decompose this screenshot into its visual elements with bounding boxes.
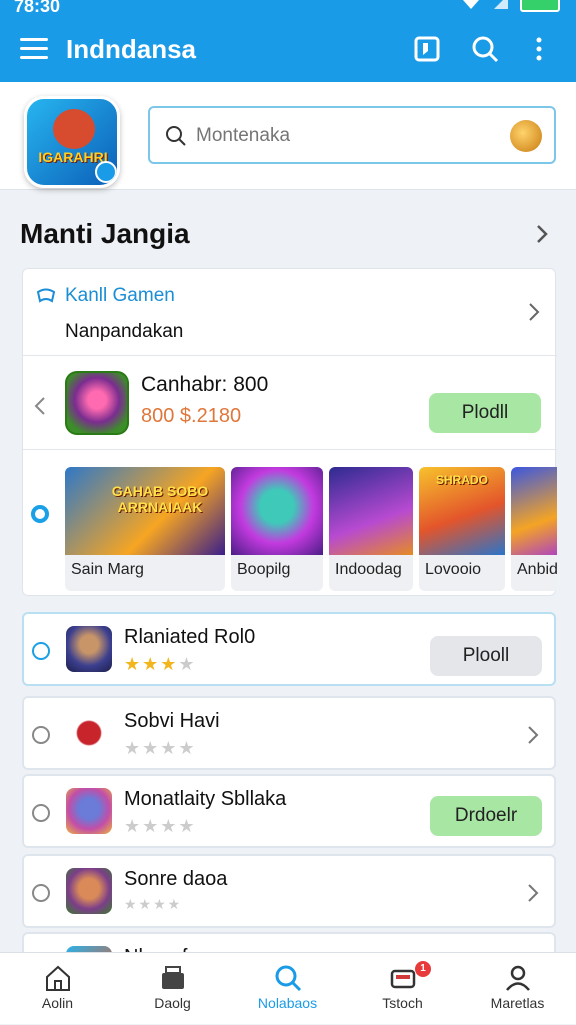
wifi-icon <box>463 0 479 9</box>
app-icon <box>66 788 112 834</box>
inbox-icon <box>390 969 416 989</box>
nav-label: Tstoch <box>382 995 423 1011</box>
featured-app-price: 800 $.2180 <box>141 405 242 427</box>
star-rating: ★★★★ <box>124 816 197 836</box>
divider <box>23 449 557 450</box>
carousel-thumbnail <box>231 467 323 555</box>
carousel-logo-text: GAHAB SOBO ARRNAIAAK <box>111 483 209 515</box>
home-icon <box>46 965 70 991</box>
nav-home[interactable]: Aolin <box>0 953 115 1025</box>
list-item[interactable]: Sobvi Havi ★★★★ <box>22 696 556 770</box>
carousel-thumbnail <box>511 467 557 555</box>
featured-app-icon[interactable] <box>65 371 129 435</box>
featured-card: Kanll Gamen Nanpandakan Canhabr: 800 800… <box>22 268 557 596</box>
battery-icon <box>520 0 560 12</box>
search-icon[interactable] <box>470 34 500 64</box>
app-name: Rlaniated Rol0 <box>124 626 256 648</box>
carousel-caption: Anbid <box>517 561 557 578</box>
app-icon <box>66 710 112 756</box>
carousel-thumbnail: SHRADO <box>419 467 505 555</box>
carousel-item[interactable]: Boopilg <box>231 467 323 591</box>
header: IGARAHRI <box>0 82 576 190</box>
notification-badge: 1 <box>415 961 431 977</box>
nav-profile[interactable]: Maretlas <box>460 953 575 1025</box>
chevron-right-icon[interactable] <box>527 301 541 323</box>
chevron-right-icon[interactable] <box>526 724 540 746</box>
bookmark-icon[interactable] <box>412 34 442 64</box>
featured-app-name[interactable]: Canhabr: 800 <box>141 373 268 397</box>
carousel-logo-text: SHRADO <box>435 473 488 487</box>
carousel-caption: Lovooio <box>425 561 482 578</box>
app-name: Sobvi Havi <box>124 710 220 732</box>
nav-label: Daolg <box>154 995 191 1011</box>
list-item[interactable]: Monatlaity Sbllaka ★★★★ Drdoelr <box>22 774 556 848</box>
app-name: Sonre daoa <box>124 868 228 890</box>
signal-icon <box>494 0 508 9</box>
more-vertical-icon[interactable] <box>524 34 554 64</box>
carousel-thumbnail: GAHAB SOBO ARRNAIAAK <box>65 467 225 555</box>
gamepad-icon <box>36 288 56 303</box>
status-time: 78:30 <box>14 0 61 16</box>
status-icons <box>460 0 560 12</box>
card-header-secondary: Nanpandakan <box>65 321 184 342</box>
list-item[interactable]: Sonre daoa ★★★★ <box>22 854 556 928</box>
radio-button[interactable] <box>32 804 50 822</box>
chevron-right-icon[interactable] <box>534 222 550 246</box>
nav-inbox[interactable]: 1 Tstoch <box>345 953 460 1025</box>
store-icon <box>162 966 184 989</box>
status-bar: 78:30 <box>0 0 576 20</box>
chevron-right-icon[interactable] <box>526 882 540 904</box>
install-button[interactable]: Plooll <box>430 636 542 676</box>
section-title: Manti Jangia <box>20 218 190 249</box>
nav-label: Aolin <box>41 995 74 1011</box>
radio-button[interactable] <box>32 726 50 744</box>
nav-search[interactable]: Nolabaos <box>230 953 345 1025</box>
radio-button[interactable] <box>32 884 50 902</box>
carousel-thumbnail <box>329 467 413 555</box>
carousel-item[interactable]: SHRADO Lovooio <box>419 467 505 591</box>
radio-button[interactable] <box>32 642 50 660</box>
carousel-item[interactable]: Anbid <box>511 467 557 591</box>
user-avatar[interactable] <box>510 120 542 152</box>
search-icon <box>166 126 186 146</box>
app-icon <box>66 626 112 672</box>
logo-character <box>53 109 95 149</box>
search-bar[interactable] <box>148 106 556 164</box>
carousel-item[interactable]: Indoodag <box>329 467 413 591</box>
search-input[interactable] <box>196 122 496 150</box>
list-item[interactable]: Rlaniated Rol0 ★★★★ Plooll <box>22 612 556 686</box>
app-name: Monatlaity Sbllaka <box>124 788 287 810</box>
verified-badge-icon <box>95 161 117 183</box>
carousel-caption: Sain Marg <box>71 561 144 578</box>
chevron-left-icon[interactable] <box>33 395 47 417</box>
nav-label: Nolabaos <box>257 995 318 1011</box>
search-icon <box>275 965 302 992</box>
divider <box>23 355 557 356</box>
install-button[interactable]: Drdoelr <box>430 796 542 836</box>
app-logo[interactable]: IGARAHRI <box>24 96 120 188</box>
nav-label: Maretlas <box>490 995 545 1011</box>
menu-icon[interactable] <box>20 38 48 60</box>
carousel-item[interactable]: GAHAB SOBO ARRNAIAAK Sain Marg <box>65 467 225 591</box>
carousel-caption: Indoodag <box>335 561 402 578</box>
star-rating: ★★★★ <box>124 738 197 758</box>
install-button[interactable]: Plodll <box>429 393 541 433</box>
star-rating: ★★★★ <box>124 654 197 674</box>
app-icon <box>66 868 112 914</box>
carousel-indicator[interactable] <box>31 505 49 523</box>
bottom-nav: Aolin Daolg Nolabaos 1 Tstoch Maretlas <box>0 952 576 1024</box>
app-bar: Indndansa <box>0 20 576 82</box>
card-header-primary[interactable]: Kanll Gamen <box>65 285 175 307</box>
star-rating: ★★★★ <box>124 896 183 912</box>
screenshot-carousel[interactable]: GAHAB SOBO ARRNAIAAK Sain Marg Boopilg I… <box>65 467 557 591</box>
app-title: Indndansa <box>66 34 197 64</box>
profile-icon <box>506 965 530 991</box>
carousel-caption: Boopilg <box>237 561 291 578</box>
nav-store[interactable]: Daolg <box>115 953 230 1025</box>
